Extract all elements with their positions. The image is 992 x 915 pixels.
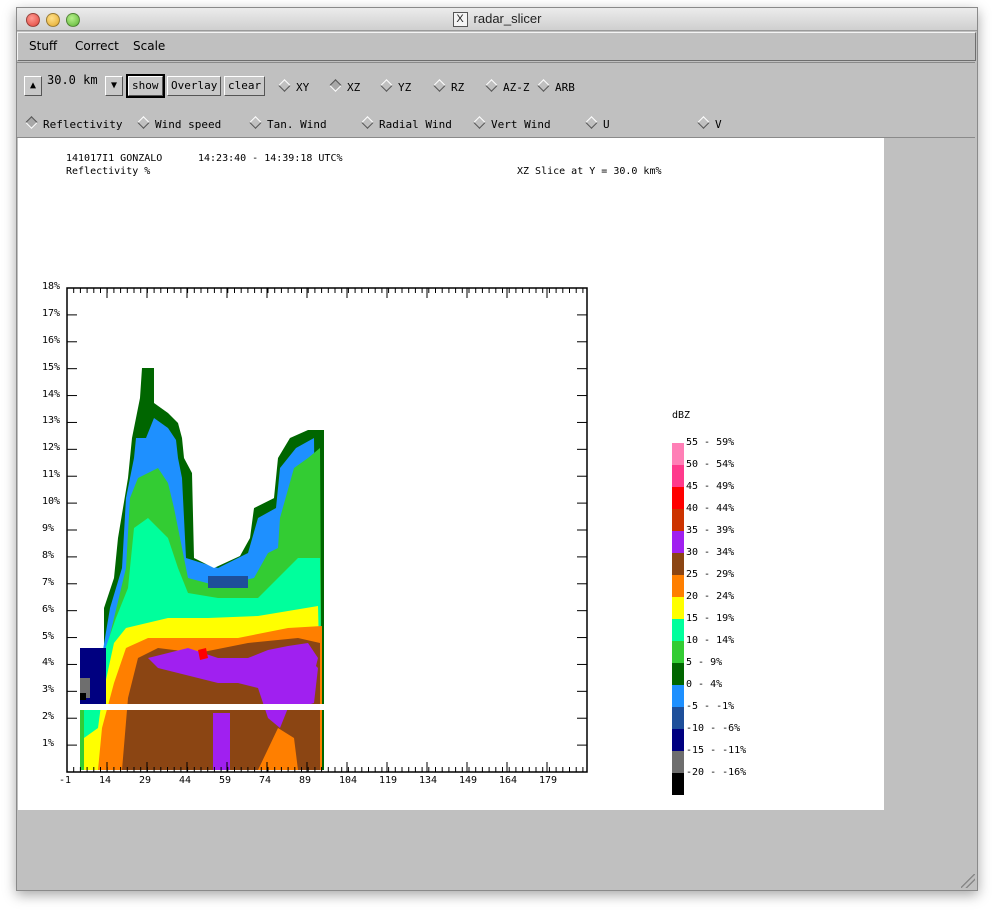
radio-diamond-icon (361, 116, 374, 129)
toolbar: ▲ 30.0 km ▼ show Overlay clear XY XZ YZ … (17, 62, 975, 138)
title-bar[interactable]: Xradar_slicer (17, 8, 977, 31)
radio-diamond-icon (137, 116, 150, 129)
radio-diamond-icon (585, 116, 598, 129)
legend-swatch (672, 729, 684, 751)
legend-label: -20 - -16% (686, 767, 747, 778)
legend-swatch (672, 751, 684, 773)
height-down-button[interactable]: ▼ (105, 76, 123, 96)
legend-swatch (672, 663, 684, 685)
menu-scale[interactable]: Scale (133, 39, 165, 53)
plot-canvas[interactable]: 141017I1 GONZALO 14:23:40 - 14:39:18 UTC… (18, 138, 884, 810)
legend-label: 0 - 4% (686, 679, 723, 690)
radio-diamond-icon (25, 116, 38, 129)
radio-diamond-icon (380, 79, 393, 92)
field-reflectivity[interactable]: Reflectivity (25, 116, 123, 131)
radio-diamond-icon (697, 116, 710, 129)
legend-swatch (672, 685, 684, 707)
radio-label: U (603, 118, 610, 131)
radio-rz[interactable]: RZ (433, 79, 465, 94)
legend-label: 30 - 34% (686, 547, 735, 558)
legend-swatch (672, 597, 684, 619)
legend-swatch (672, 531, 684, 553)
legend-swatch (672, 773, 684, 795)
menu-stuff[interactable]: Stuff (29, 39, 57, 53)
radio-arb[interactable]: ARB (537, 79, 575, 94)
field-vert-wind[interactable]: Vert Wind (473, 116, 551, 131)
radio-label: AZ-Z (503, 81, 530, 94)
radio-label: Radial Wind (379, 118, 452, 131)
radio-xz[interactable]: XZ (329, 79, 361, 94)
radio-label: Wind speed (155, 118, 222, 131)
legend-swatch (672, 619, 684, 641)
radio-label: Vert Wind (491, 118, 551, 131)
menu-bar: Stuff Correct Scale (17, 32, 976, 61)
overlay-button[interactable]: Overlay (167, 76, 222, 96)
legend-label: 25 - 29% (686, 569, 735, 580)
radio-xy[interactable]: XY (278, 79, 310, 94)
radio-label: RZ (451, 81, 465, 94)
legend-label: 55 - 59% (686, 437, 735, 448)
radio-yz[interactable]: YZ (380, 79, 412, 94)
legend-swatch (672, 487, 684, 509)
radio-diamond-icon (485, 79, 498, 92)
legend-swatch (672, 707, 684, 729)
x-window-icon: X (452, 12, 468, 28)
radio-az-z[interactable]: AZ-Z (485, 79, 530, 94)
resize-grip-icon[interactable] (961, 874, 975, 888)
legend-swatch (672, 443, 684, 465)
radio-diamond-icon (433, 79, 446, 92)
legend-swatch (672, 465, 684, 487)
legend-label: -15 - -11% (686, 745, 747, 756)
window-title: Xradar_slicer (17, 11, 977, 28)
height-up-button[interactable]: ▲ (24, 76, 42, 96)
reflectivity-field (78, 288, 326, 770)
menu-correct[interactable]: Correct (75, 39, 119, 53)
radio-diamond-icon (537, 79, 550, 92)
legend-label: -10 - -6% (686, 723, 741, 734)
legend-swatch (672, 509, 684, 531)
legend-swatch (672, 575, 684, 597)
radio-diamond-icon (249, 116, 262, 129)
radio-label: Reflectivity (43, 118, 123, 131)
field-tan-wind[interactable]: Tan. Wind (249, 116, 327, 131)
radio-label: XZ (347, 81, 361, 94)
radio-label: Tan. Wind (267, 118, 327, 131)
radio-label: V (715, 118, 722, 131)
radio-diamond-icon (278, 79, 291, 92)
legend-label: 35 - 39% (686, 525, 735, 536)
legend-label: 45 - 49% (686, 481, 735, 492)
legend-label: -5 - -1% (686, 701, 735, 712)
legend-swatch (672, 641, 684, 663)
radio-label: XY (296, 81, 310, 94)
field-radial-wind[interactable]: Radial Wind (361, 116, 452, 131)
height-value: 30.0 km (47, 73, 98, 87)
legend-label: 40 - 44% (686, 503, 735, 514)
field-u[interactable]: U (585, 116, 610, 131)
field-v[interactable]: V (697, 116, 722, 131)
radio-diamond-icon (329, 79, 342, 92)
radio-diamond-icon (473, 116, 486, 129)
radio-label: ARB (555, 81, 575, 94)
show-button[interactable]: show (126, 74, 165, 98)
slice-plot-svg (66, 287, 588, 773)
legend-label: 15 - 19% (686, 613, 735, 624)
radar-slicer-window: Xradar_slicer Stuff Correct Scale ▲ 30.0… (16, 7, 978, 891)
legend-label: 5 - 9% (686, 657, 723, 668)
legend-swatch (672, 553, 684, 575)
radio-label: YZ (398, 81, 412, 94)
legend-title: dBZ (672, 410, 691, 421)
legend-label: 10 - 14% (686, 635, 735, 646)
window-title-text: radar_slicer (473, 11, 542, 26)
legend-label: 50 - 54% (686, 459, 735, 470)
field-wind-speed[interactable]: Wind speed (137, 116, 222, 131)
legend-label: 20 - 24% (686, 591, 735, 602)
clear-button[interactable]: clear (224, 76, 266, 96)
